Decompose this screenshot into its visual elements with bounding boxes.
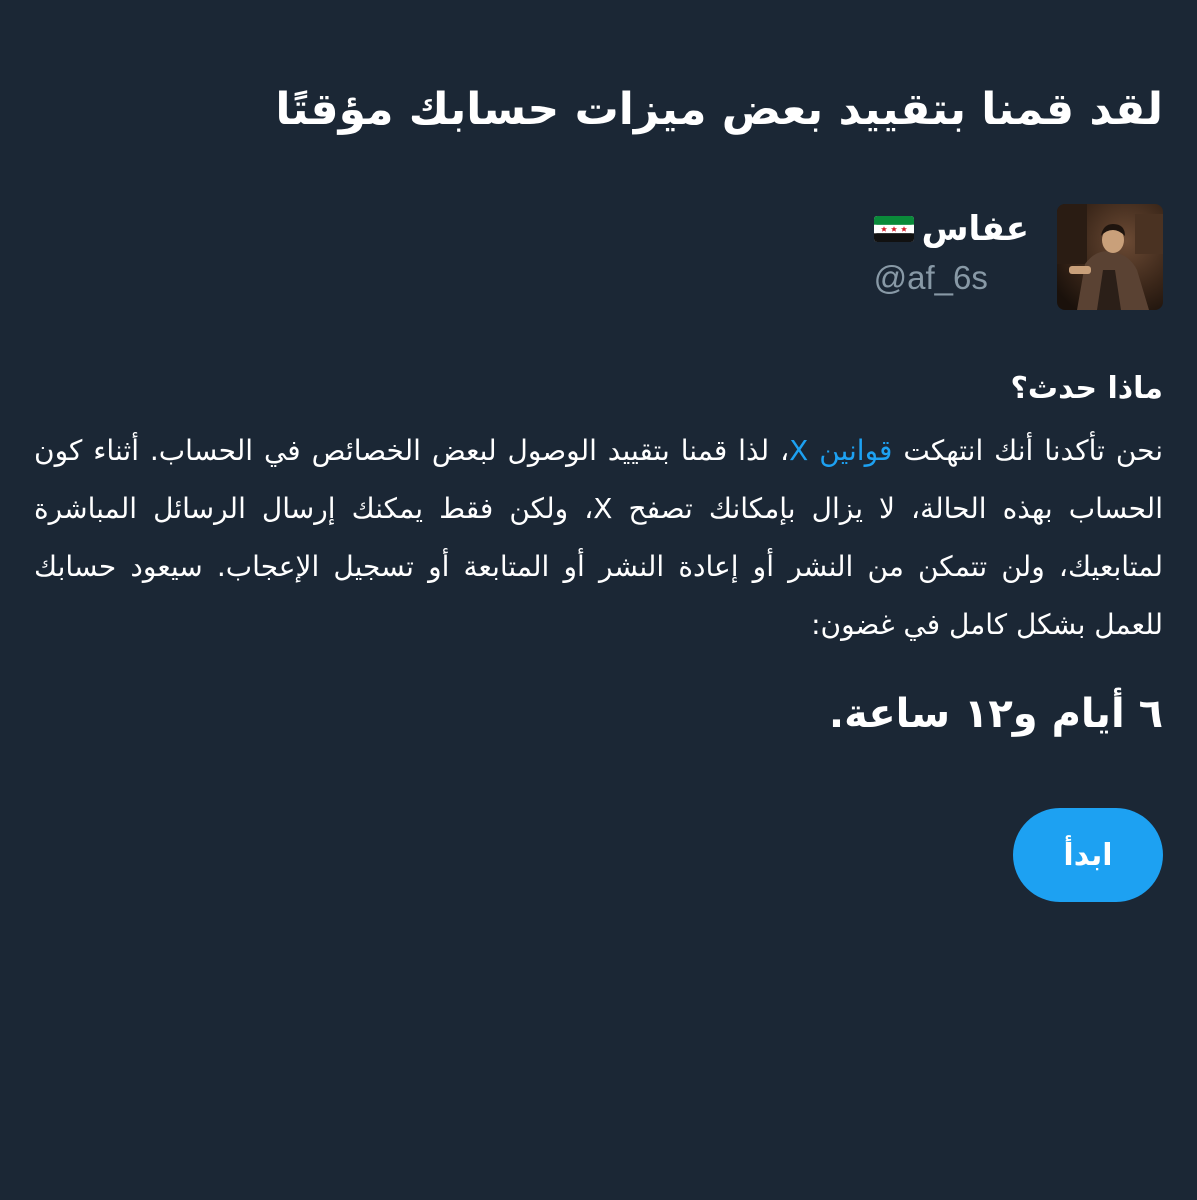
start-button[interactable]: ابدأ <box>1013 808 1163 902</box>
notice-body: نحن تأكدنا أنك انتهكت قوانين X، لذا قمنا… <box>34 422 1163 654</box>
avatar <box>1057 204 1163 310</box>
what-happened-heading: ماذا حدث؟ <box>1010 371 1163 406</box>
x-rules-link[interactable]: قوانين X <box>789 434 892 467</box>
account-names: عفاس @af_6s <box>873 204 1029 302</box>
display-name-row: عفاس <box>873 204 1029 254</box>
profile-photo-icon <box>1057 204 1163 310</box>
account-card: عفاس @af_6s <box>873 204 1163 310</box>
restriction-duration: ٦ أيام و١٢ ساعة. <box>828 691 1163 737</box>
display-name: عفاس <box>921 209 1029 249</box>
page-title: لقد قمنا بتقييد بعض ميزات حسابك مؤقتًا <box>275 84 1163 135</box>
notice-body-prefix: نحن تأكدنا أنك انتهكت <box>892 434 1164 467</box>
restriction-notice-page: لقد قمنا بتقييد بعض ميزات حسابك مؤقتًا ع… <box>34 0 1163 1200</box>
syrian-independence-flag-icon <box>873 216 914 242</box>
account-handle: @af_6s <box>873 259 988 296</box>
